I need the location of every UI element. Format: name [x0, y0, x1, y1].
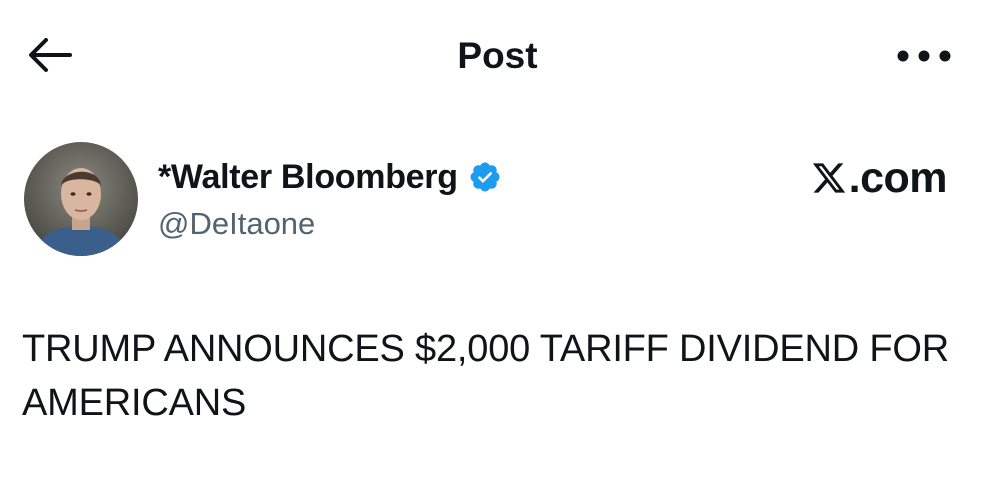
post-text: TRUMP ANNOUNCES $2,000 TARIFF DIVIDEND F…: [22, 328, 949, 424]
more-options-button[interactable]: [888, 38, 960, 78]
post-header: Post: [0, 0, 995, 115]
avatar[interactable]: [24, 142, 138, 256]
back-button[interactable]: [22, 32, 78, 82]
x-logo-icon: [811, 158, 847, 194]
page-title: Post: [457, 35, 538, 76]
arrow-left-icon: [26, 35, 74, 80]
user-handle[interactable]: @DeItaone: [158, 204, 502, 244]
display-name-row: *Walter Bloomberg: [158, 152, 502, 202]
source-label: .com: [848, 154, 948, 202]
verified-badge-icon[interactable]: [468, 160, 502, 194]
author-row: *Walter Bloomberg @DeItaone .com: [0, 140, 995, 265]
source-watermark: .com: [811, 154, 948, 203]
more-dots-icon: [895, 49, 953, 68]
author-names: *Walter Bloomberg @DeItaone: [158, 152, 502, 244]
display-name[interactable]: *Walter Bloomberg: [158, 158, 458, 197]
